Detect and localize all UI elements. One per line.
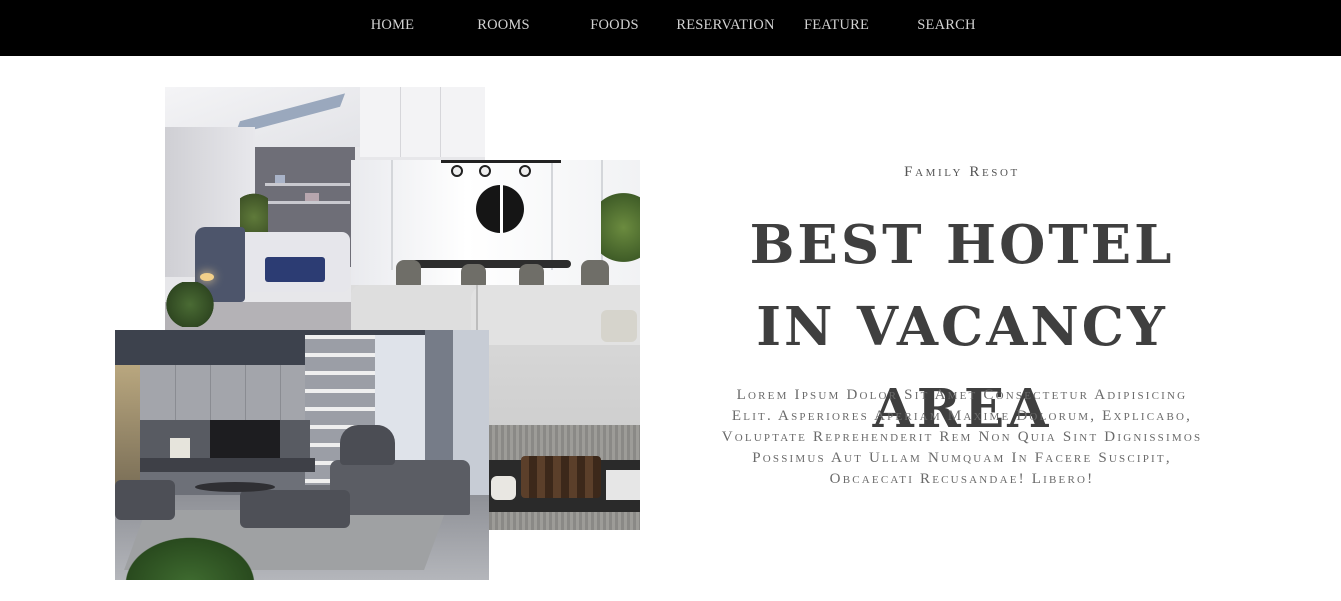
top-navbar: HOME ROOMS FOODS RESERVATION FEATURE SEA…: [0, 0, 1341, 56]
nav-feature-link[interactable]: FEATURE: [781, 17, 892, 37]
nav-foods-link[interactable]: FOODS: [559, 17, 670, 37]
living-room-photo: [115, 330, 489, 580]
nav-reservation-link[interactable]: RESERVATION: [670, 17, 781, 37]
nav-search-link[interactable]: SEARCH: [891, 17, 1002, 37]
hero-description: Lorem Ipsum Dolor Sit Amet Consectetur A…: [721, 387, 1203, 487]
nav-rooms-link[interactable]: ROOMS: [448, 17, 559, 37]
nav-home-link[interactable]: HOME: [337, 17, 448, 37]
hero-subtitle: Family Resot: [904, 164, 1020, 180]
